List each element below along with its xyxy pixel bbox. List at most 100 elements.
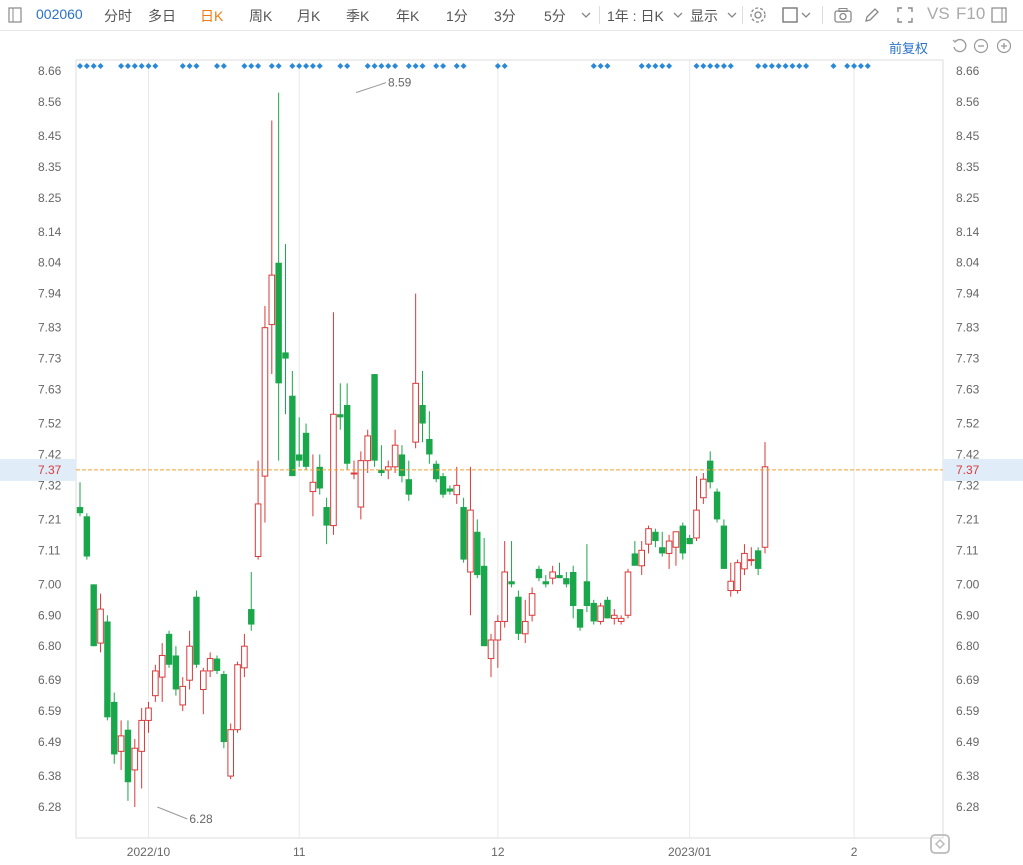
y-tick-label-right: 8.56: [956, 95, 980, 109]
signal-marker: [118, 63, 125, 69]
signal-marker: [378, 63, 385, 69]
signal-marker: [604, 63, 611, 69]
candle-body-up: [501, 571, 508, 622]
candle-body-up: [186, 645, 193, 681]
candle-body-up: [665, 540, 673, 554]
signal-marker: [652, 63, 659, 69]
signal-marker: [303, 63, 310, 69]
candle-body-down: [570, 571, 577, 606]
current-price-tag-right-bg: [943, 458, 1023, 481]
candle-body-down: [296, 454, 303, 461]
candle-body-up: [748, 559, 755, 562]
candle-body-up: [357, 460, 365, 508]
candle-body-down: [371, 374, 378, 461]
candle-body-up: [241, 645, 248, 669]
signal-marker: [762, 63, 768, 69]
signal-marker: [844, 63, 851, 69]
signal-marker: [385, 63, 392, 69]
y-tick-label-left: 8.45: [38, 129, 62, 143]
y-tick-label-right: 8.04: [956, 256, 980, 270]
signal-marker: [179, 63, 186, 69]
signal-marker: [714, 63, 721, 69]
y-tick-label-left: 6.80: [38, 639, 62, 653]
signal-marker: [131, 63, 138, 69]
candle-body-up: [138, 719, 145, 752]
candle-body-up: [206, 658, 214, 672]
candle-body-down: [172, 655, 180, 690]
signal-marker: [371, 63, 378, 69]
candlestick-chart[interactable]: 8.66 8.66 8.56 8.56 8.45 8.45 8.35 8.35 8.25 8.25…: [0, 0, 1023, 865]
y-tick-label-left: 6.90: [38, 608, 62, 622]
candle-body-up: [391, 444, 399, 468]
y-tick-label-left: 7.63: [38, 383, 62, 397]
y-tick-label-right: 7.94: [956, 287, 980, 301]
candle-body-down: [289, 395, 296, 477]
candle-body-down: [542, 581, 549, 585]
signal-marker: [275, 63, 282, 69]
candle-body-up: [152, 670, 159, 697]
candle-body-down: [433, 463, 440, 480]
y-tick-label-right: 6.38: [956, 769, 980, 783]
candle-body-up: [309, 481, 317, 493]
candle-body-down: [480, 565, 488, 647]
candle-body-down: [446, 488, 454, 492]
signal-marker: [857, 63, 864, 69]
signal-marker: [255, 63, 262, 69]
y-tick-label-left: 7.21: [38, 512, 62, 526]
x-tick-label: 2023/01: [668, 845, 712, 859]
signal-marker: [241, 63, 248, 69]
candle-body-up: [453, 484, 461, 496]
y-tick-label-right: 7.11: [956, 543, 979, 557]
y-tick-label-right: 8.14: [956, 225, 980, 239]
candle-body-up: [364, 435, 371, 462]
candle-body-up: [638, 549, 646, 567]
signal-marker: [412, 63, 419, 69]
signal-marker: [796, 63, 803, 69]
candle-body-up: [487, 639, 495, 660]
candle-body-up: [254, 503, 262, 558]
current-price-tag-left: 7.37: [38, 463, 62, 477]
y-tick-label-left: 7.83: [38, 321, 62, 335]
y-tick-label-left: 6.69: [38, 673, 62, 687]
signal-marker: [659, 63, 666, 69]
y-tick-label-left: 7.00: [38, 577, 62, 591]
candle-body-down: [124, 729, 132, 783]
signal-marker: [392, 63, 399, 69]
signal-marker: [220, 63, 227, 69]
y-tick-label-left: 8.66: [38, 64, 62, 78]
signal-marker: [638, 63, 645, 69]
candle-body-up: [261, 327, 269, 477]
signal-marker: [864, 63, 871, 69]
candle-body-down: [754, 550, 762, 569]
candle-body-down: [460, 507, 467, 560]
candle-body-up: [700, 478, 707, 499]
candle-body-down: [679, 525, 686, 554]
signal-marker: [309, 63, 316, 69]
candle-body-up: [528, 593, 536, 616]
signal-marker: [597, 63, 604, 69]
candle-body-down: [419, 404, 426, 424]
candle-body-down: [111, 701, 118, 755]
candle-body-up: [97, 608, 104, 644]
y-tick-label-right: 6.49: [956, 735, 980, 749]
candle-body-down: [104, 621, 111, 718]
y-tick-label-left: 6.59: [38, 704, 62, 718]
candle-body-down: [213, 658, 221, 671]
y-tick-label-left: 6.49: [38, 735, 62, 749]
candle-body-up: [741, 552, 748, 570]
y-tick-label-left: 7.11: [38, 543, 61, 557]
y-tick-label-right: 6.59: [956, 704, 980, 718]
signal-marker: [405, 63, 412, 69]
signal-marker: [755, 63, 762, 69]
candle-body-down: [220, 674, 228, 743]
signal-marker: [720, 63, 727, 69]
signal-marker: [707, 63, 714, 69]
signal-marker: [289, 63, 296, 69]
signal-marker: [803, 63, 810, 69]
candle-body-down: [248, 609, 255, 625]
x-tick-label: 2: [851, 845, 858, 859]
candle-body-down: [590, 602, 597, 622]
candle-body-down: [604, 599, 611, 619]
signal-marker: [775, 63, 782, 69]
signal-marker: [501, 63, 508, 69]
